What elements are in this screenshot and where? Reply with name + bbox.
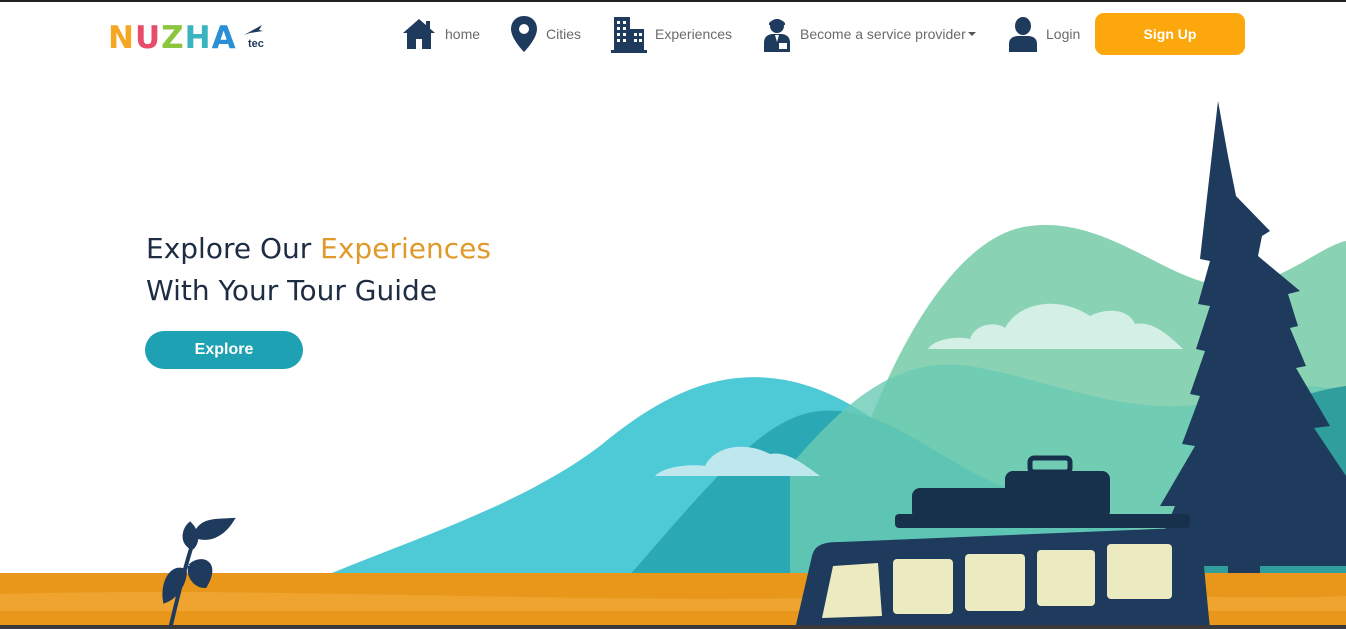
bottom-shadow — [0, 625, 1346, 629]
logo-suffix: tec — [248, 38, 264, 50]
hero-line-1-prefix: Explore Our — [146, 232, 321, 265]
home-icon — [403, 19, 435, 49]
explore-button[interactable]: Explore — [145, 331, 303, 369]
nav-home-label: home — [445, 26, 481, 42]
user-icon — [1009, 17, 1037, 52]
plane-icon — [244, 25, 263, 35]
map-pin-icon — [511, 16, 537, 52]
chevron-down-icon — [967, 32, 976, 36]
nav-experiences-label: Experiences — [655, 26, 733, 42]
nav-login-label: Login — [1046, 26, 1081, 42]
hero-line-2: With Your Tour Guide — [146, 274, 438, 307]
nav-cities-label: Cities — [546, 26, 582, 42]
hero-heading: Explore Our Experiences With Your Tour G… — [146, 228, 491, 312]
logo-wordmark: NUZHA — [108, 20, 237, 56]
nav-experiences[interactable]: Experiences — [611, 14, 732, 54]
building-icon — [611, 17, 647, 53]
navbar: NUZHA tec home Cities Experiences Become… — [0, 2, 1346, 66]
hero-line-1: Explore Our Experiences — [146, 228, 491, 270]
nav-service-provider-label: Become a service provider — [800, 26, 966, 42]
signup-button[interactable]: Sign Up — [1095, 13, 1245, 55]
nav-home[interactable]: home — [401, 14, 480, 54]
agent-icon — [764, 19, 790, 52]
brand-logo[interactable]: NUZHA tec — [108, 20, 268, 56]
hero-accent-word: Experiences — [320, 232, 491, 265]
nav-login[interactable]: Login — [1008, 14, 1080, 54]
nav-cities[interactable]: Cities — [510, 14, 581, 54]
nav-service-provider-dropdown[interactable]: Become a service provider — [762, 14, 976, 54]
